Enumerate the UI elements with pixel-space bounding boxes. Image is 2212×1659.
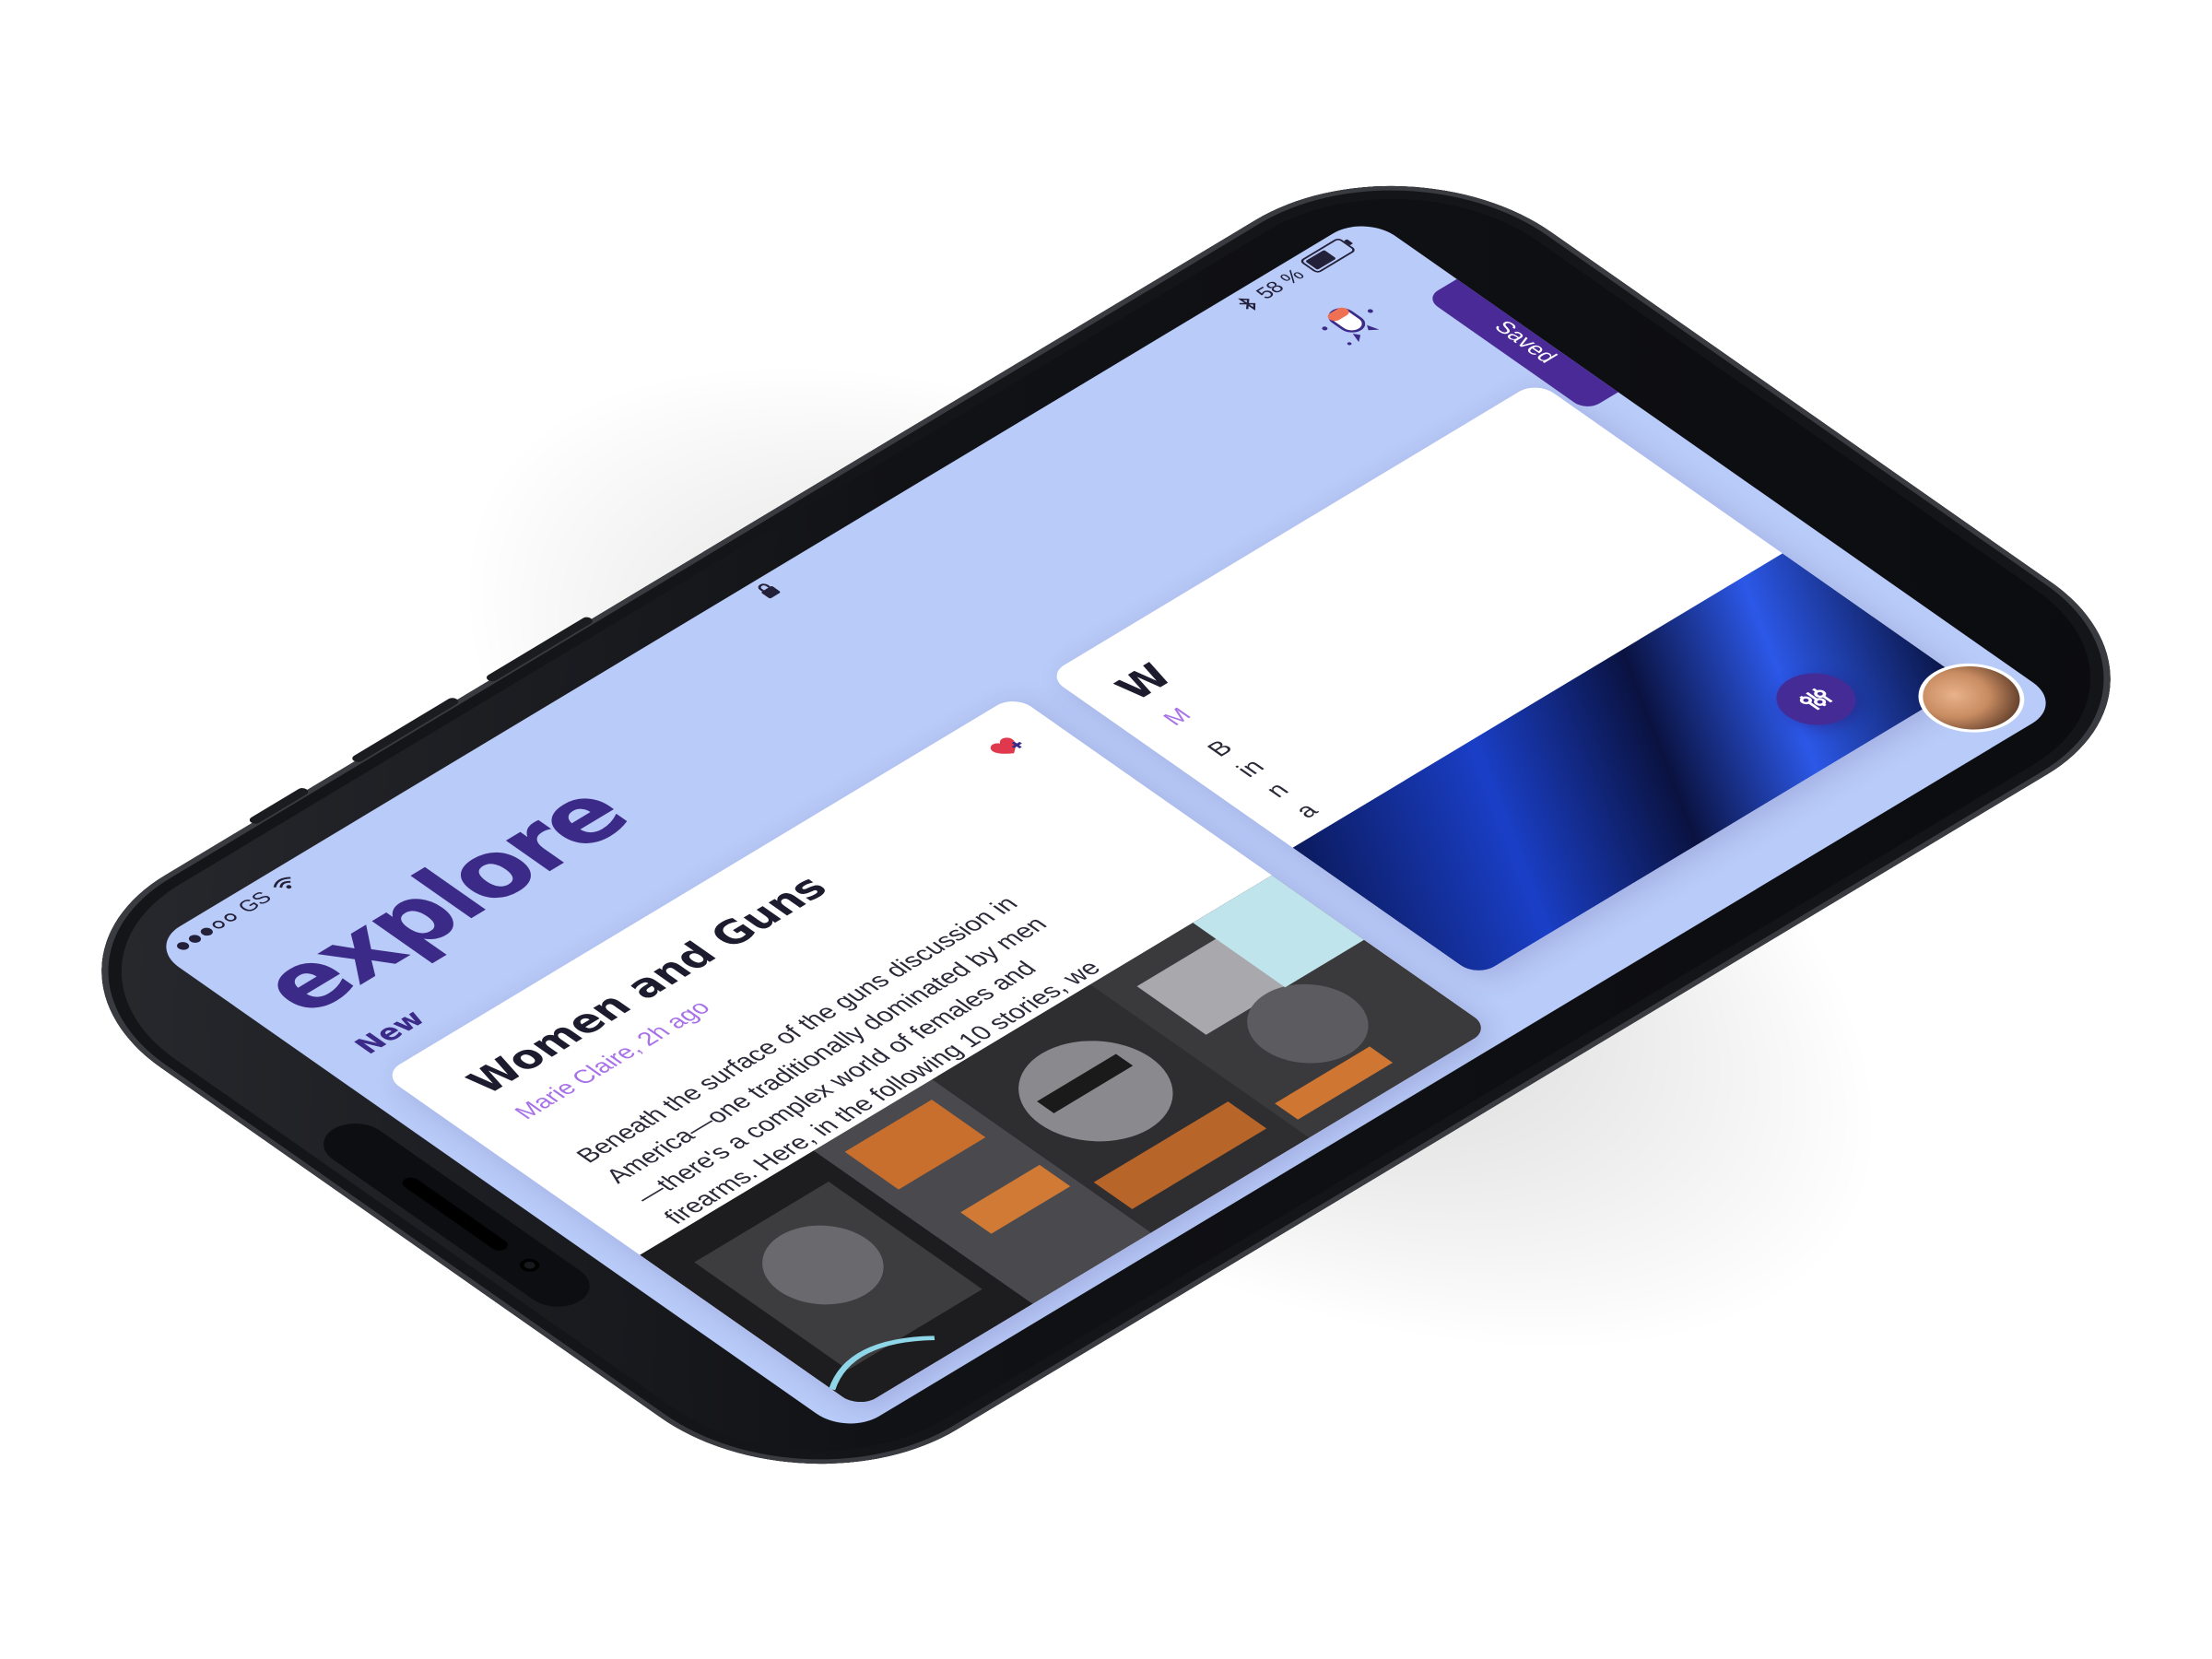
signal-dot bbox=[185, 933, 204, 945]
saved-tab-label[interactable]: Saved bbox=[1464, 300, 1585, 383]
rocket-icon[interactable] bbox=[1300, 290, 1408, 361]
signal-dot bbox=[197, 925, 216, 937]
mute-switch bbox=[247, 786, 311, 826]
battery-fill bbox=[1305, 249, 1337, 270]
signal-dot bbox=[209, 919, 227, 930]
heart-plus-icon[interactable] bbox=[979, 730, 1031, 764]
scene: GS 58 % explore New Women and Guns Marie… bbox=[0, 0, 2212, 1659]
next-article-meta: M bbox=[1157, 702, 1197, 730]
lock-icon bbox=[758, 583, 781, 599]
bluetooth-icon bbox=[1237, 298, 1255, 312]
signal-dot bbox=[221, 912, 239, 923]
carrier-name: GS bbox=[232, 888, 277, 917]
filter-icon bbox=[1799, 688, 1833, 711]
battery-percentage: 58 % bbox=[1250, 265, 1310, 303]
next-article-title: W bbox=[1105, 656, 1184, 708]
signal-dot bbox=[173, 940, 192, 952]
wifi-icon bbox=[273, 877, 292, 889]
battery-icon bbox=[1299, 237, 1358, 275]
phone-body: GS 58 % explore New Women and Guns Marie… bbox=[15, 130, 2197, 1520]
phone-device: GS 58 % explore New Women and Guns Marie… bbox=[15, 130, 2197, 1520]
